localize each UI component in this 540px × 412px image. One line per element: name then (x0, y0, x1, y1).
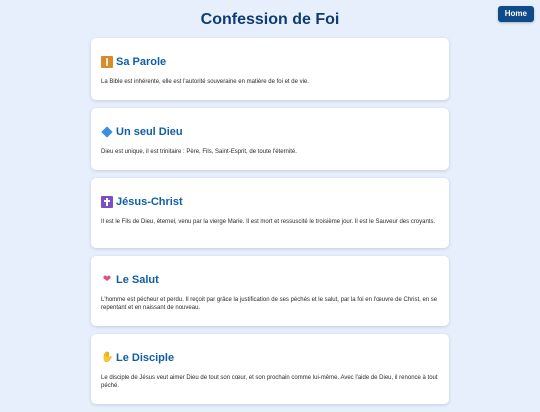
book-icon (101, 56, 113, 68)
card-text: La Bible est inhérente, elle est l'autor… (101, 79, 309, 85)
card-text: Il est le Fils de Dieu, éternel, venu pa… (101, 219, 436, 225)
page-title: Confession de Foi (200, 11, 340, 28)
card-title-text: Le Salut (116, 274, 159, 286)
heart-icon: ❤ (102, 274, 112, 285)
cross-icon (101, 196, 113, 208)
card-jesus-christ: Jésus-Christ Il est le Fils de Dieu, éte… (91, 178, 449, 248)
card-le-disciple: ✋ Le Disciple Le disciple de Jésus veut … (91, 334, 449, 404)
card-un-seul-dieu: Un seul Dieu Dieu est unique, il est tri… (91, 108, 449, 170)
card-le-salut: ❤ Le Salut L'homme est pécheur et perdu.… (91, 256, 449, 326)
card-title-text: Jésus-Christ (116, 196, 183, 208)
card-text: Le disciple de Jésus veut aimer Dieu de … (101, 375, 438, 389)
card-text: L'homme est pécheur et perdu. Il reçoit … (101, 297, 438, 311)
praying-hands-icon: ✋ (101, 352, 114, 363)
card-title: Sa Parole (101, 55, 439, 69)
card-title-text: Sa Parole (116, 56, 167, 68)
card-title: Un seul Dieu (101, 125, 439, 139)
card-text: Dieu est unique, il est trinitaire : Pèr… (101, 149, 297, 155)
card-title-text: Un seul Dieu (116, 126, 183, 138)
card-title-text: Le Disciple (116, 352, 175, 364)
card-title: ❤ Le Salut (101, 273, 439, 287)
blue-diamond-icon (101, 126, 113, 138)
confession-list: Sa Parole La Bible est inhérente, elle e… (91, 38, 449, 412)
card-title: ✋ Le Disciple (101, 351, 439, 365)
card-sa-parole: Sa Parole La Bible est inhérente, elle e… (91, 38, 449, 100)
card-title: Jésus-Christ (101, 195, 439, 209)
